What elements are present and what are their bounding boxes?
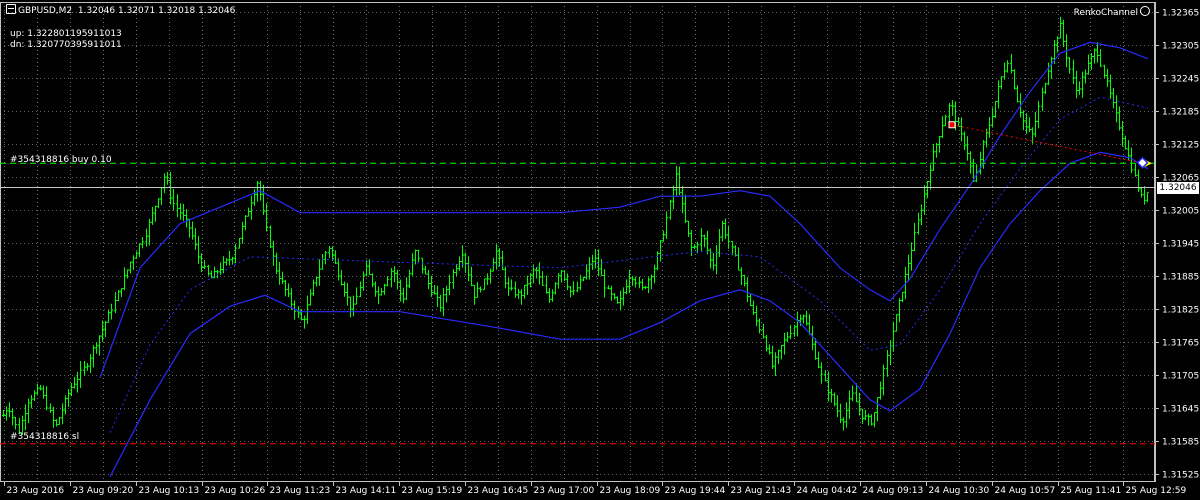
y-tick-label: 1.31525 [1162,471,1199,481]
symbol-label: GBPUSD,M2 [18,6,73,16]
channel-up-value: up: 1.322801195911013 [10,29,122,39]
indicator-name[interactable]: RenkoChannel [1074,6,1150,19]
indicator-label: RenkoChannel [1073,8,1138,18]
time-axis: 23 Aug 2016 23 Aug 09:20 23 Aug 10:13 23 Au… [4,482,1187,496]
y-tick-label: 1.32125 [1162,141,1199,151]
y-tick-label: 1.32365 [1162,9,1199,19]
x-tick-label: 24 Aug 10:57 [995,486,1056,496]
x-tick-label: 23 Aug 17:00 [534,486,595,496]
y-tick-label: 1.31765 [1162,339,1199,349]
indicator-circle-icon [1140,6,1150,16]
chart-header: GBPUSD,M2 1.32046 1.32071 1.32018 1.3204… [6,4,235,17]
x-tick-label: 23 Aug 2016 [7,486,65,496]
y-tick-label: 1.31885 [1162,273,1199,283]
x-tick-label: 23 Aug 14:11 [336,486,397,496]
x-tick-label: 23 Aug 11:23 [270,486,331,496]
trade-open-marker [948,121,956,129]
x-tick-label: 24 Aug 09:13 [863,486,924,496]
x-tick-label: 24 Aug 04:42 [797,486,858,496]
x-tick-label: 24 Aug 10:30 [929,486,990,496]
x-tick-label: 23 Aug 19:44 [665,486,726,496]
x-tick-label: 25 Aug 12:59 [1126,486,1187,496]
x-tick-label: 25 Aug 11:41 [1061,486,1122,496]
y-tick-label: 1.31645 [1162,405,1199,415]
y-tick-label: 1.32305 [1162,42,1199,52]
x-tick-label: 23 Aug 09:20 [73,486,134,496]
price-axis: 1.32365 1.32305 1.32245 1.32185 1.32125 1.320… [1155,2,1199,482]
x-tick-label: 23 Aug 16:45 [468,486,529,496]
price-chart[interactable]: 1.32365 1.32305 1.32245 1.32185 1.32125 1.320… [0,0,1200,500]
channel-dn-value: dn: 1.320770395911011 [10,40,122,50]
y-tick-label: 1.31825 [1162,306,1199,316]
x-tick-label: 23 Aug 21:43 [731,486,792,496]
order-label[interactable]: #354318816 buy 0.10 [10,155,112,166]
y-tick-label: 1.31945 [1162,240,1199,250]
x-tick-label: 23 Aug 10:13 [139,486,200,496]
ohlc-values: 1.32046 1.32071 1.32018 1.32046 [77,6,236,16]
channel-upper-line [99,41,1149,379]
ohlc-bars [2,16,1149,435]
y-tick-label: 1.32245 [1162,75,1199,85]
x-tick-label: 23 Aug 15:19 [402,486,463,496]
renko-channel [99,41,1149,478]
stop-loss-label[interactable]: #354318816 sl [10,432,79,443]
y-tick-label: 1.32005 [1162,207,1199,217]
symbol-icon [6,4,16,14]
x-tick-label: 23 Aug 18:09 [600,486,661,496]
y-tick-label: 1.31705 [1162,372,1199,382]
chart-grid [0,2,1155,482]
x-tick-label: 23 Aug 10:26 [205,486,266,496]
plot-frame [0,2,1155,482]
current-price-box: 1.32046 [1157,182,1199,194]
y-tick-label: 1.31585 [1162,438,1199,448]
y-tick-label: 1.32185 [1162,108,1199,118]
